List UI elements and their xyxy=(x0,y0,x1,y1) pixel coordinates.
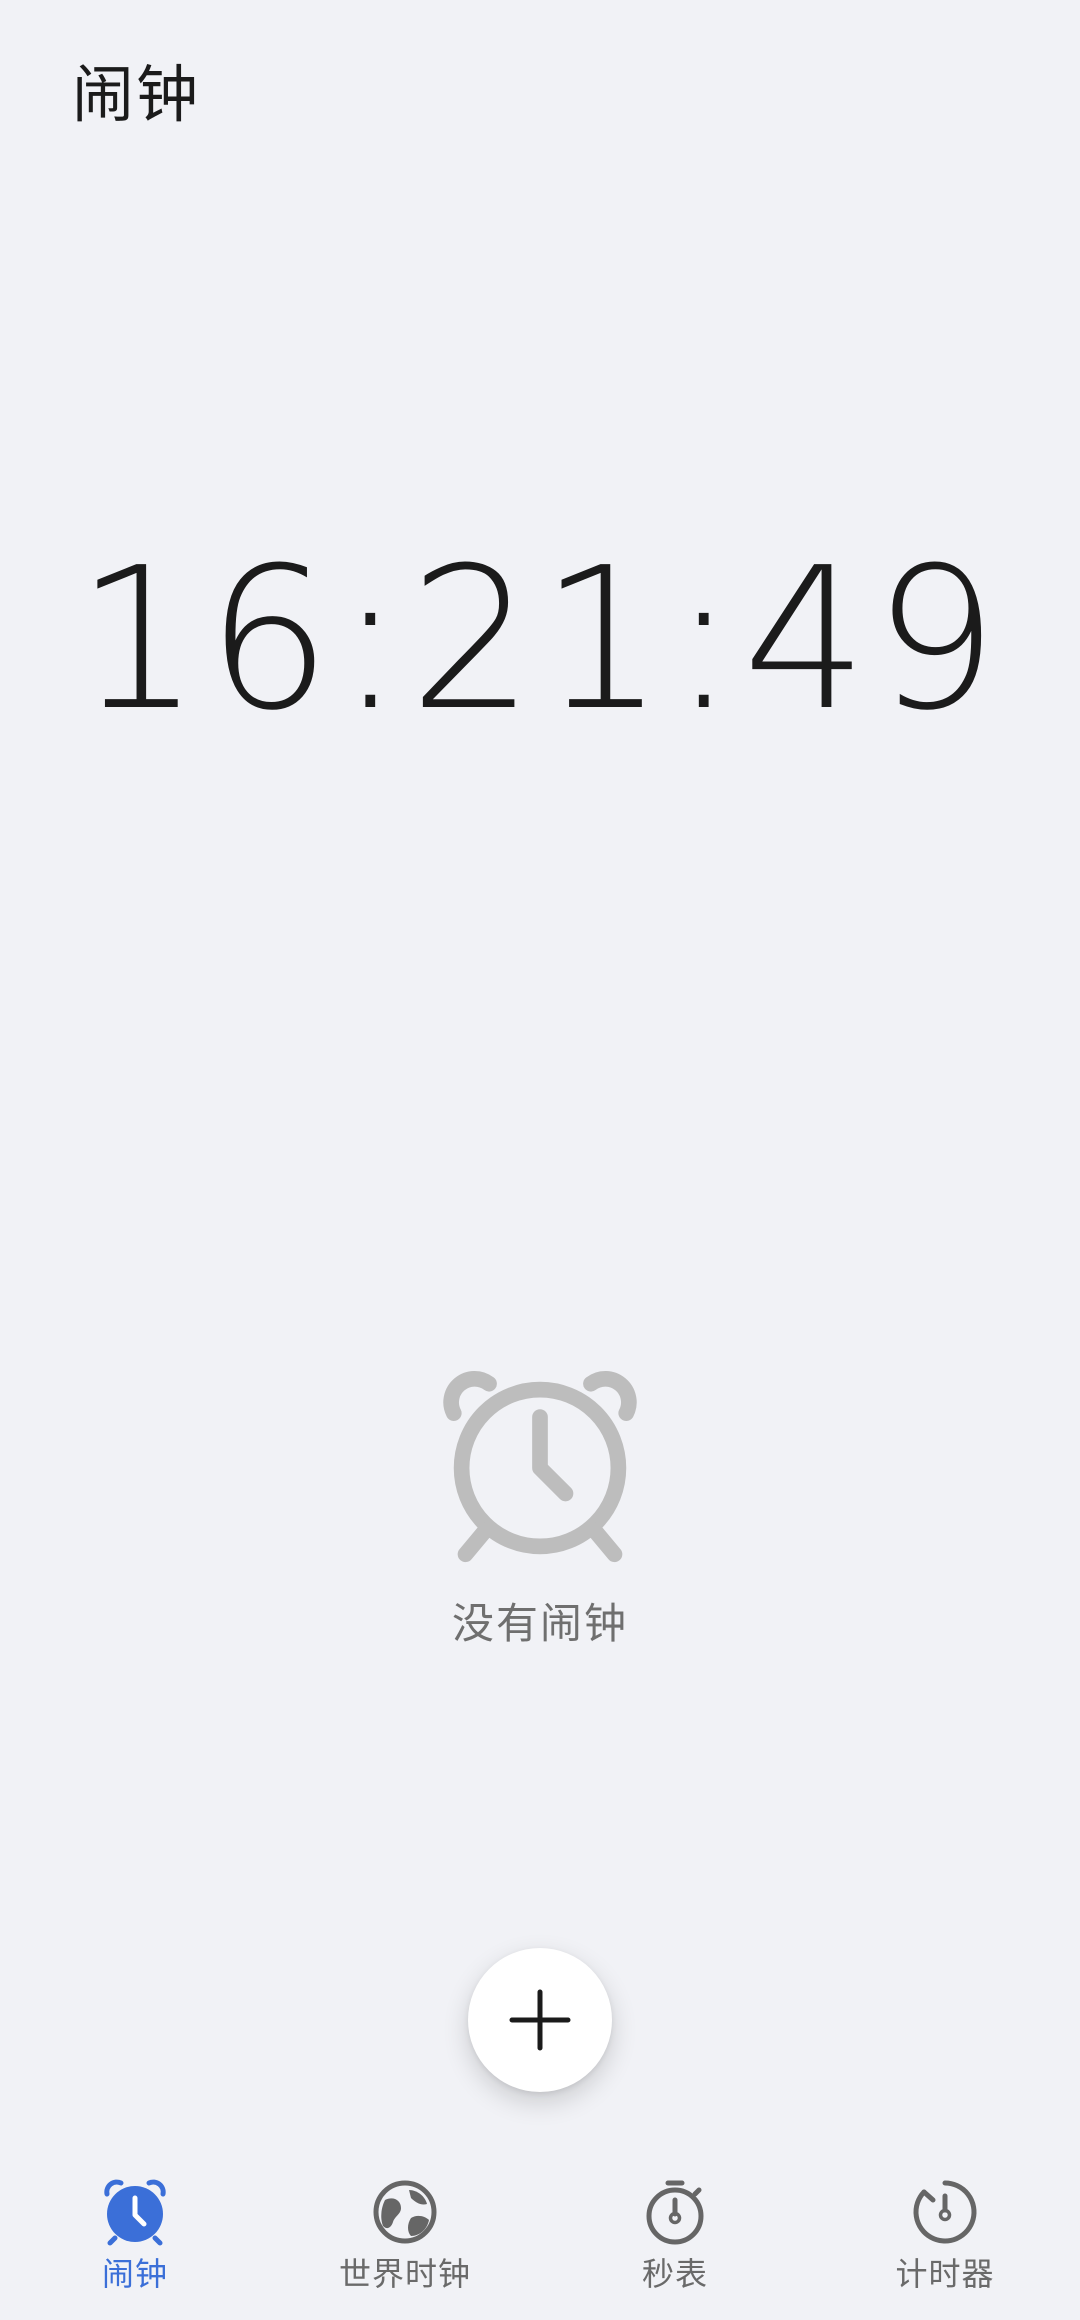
bottom-tab-bar: 闹钟 世界时钟 秒表 计时器 xyxy=(0,2160,1080,2320)
tab-alarm-label: 闹钟 xyxy=(101,2255,168,2293)
alarm-clock-icon xyxy=(443,1370,637,1563)
alarm-clock-icon xyxy=(104,2179,166,2246)
empty-state: 没有闹钟 xyxy=(0,1370,1080,1654)
tab-world-clock[interactable]: 世界时钟 xyxy=(270,2160,540,2320)
empty-state-text: 没有闹钟 xyxy=(451,1599,628,1648)
tab-stopwatch[interactable]: 秒表 xyxy=(540,2160,810,2320)
tab-world-clock-label: 世界时钟 xyxy=(338,2255,471,2293)
current-time: 16:21:49 xyxy=(75,526,1005,754)
tab-timer[interactable]: 计时器 xyxy=(810,2160,1080,2320)
page-title: 闹钟 xyxy=(72,58,201,131)
tab-timer-label: 计时器 xyxy=(895,2255,995,2293)
add-alarm-button[interactable] xyxy=(468,1948,612,2092)
timer-icon xyxy=(913,2180,977,2244)
plus-icon xyxy=(509,1989,571,2051)
tab-stopwatch-label: 秒表 xyxy=(641,2255,708,2293)
tab-alarm[interactable]: 闹钟 xyxy=(0,2160,270,2320)
globe-icon xyxy=(373,2180,437,2244)
stopwatch-icon xyxy=(646,2180,704,2245)
